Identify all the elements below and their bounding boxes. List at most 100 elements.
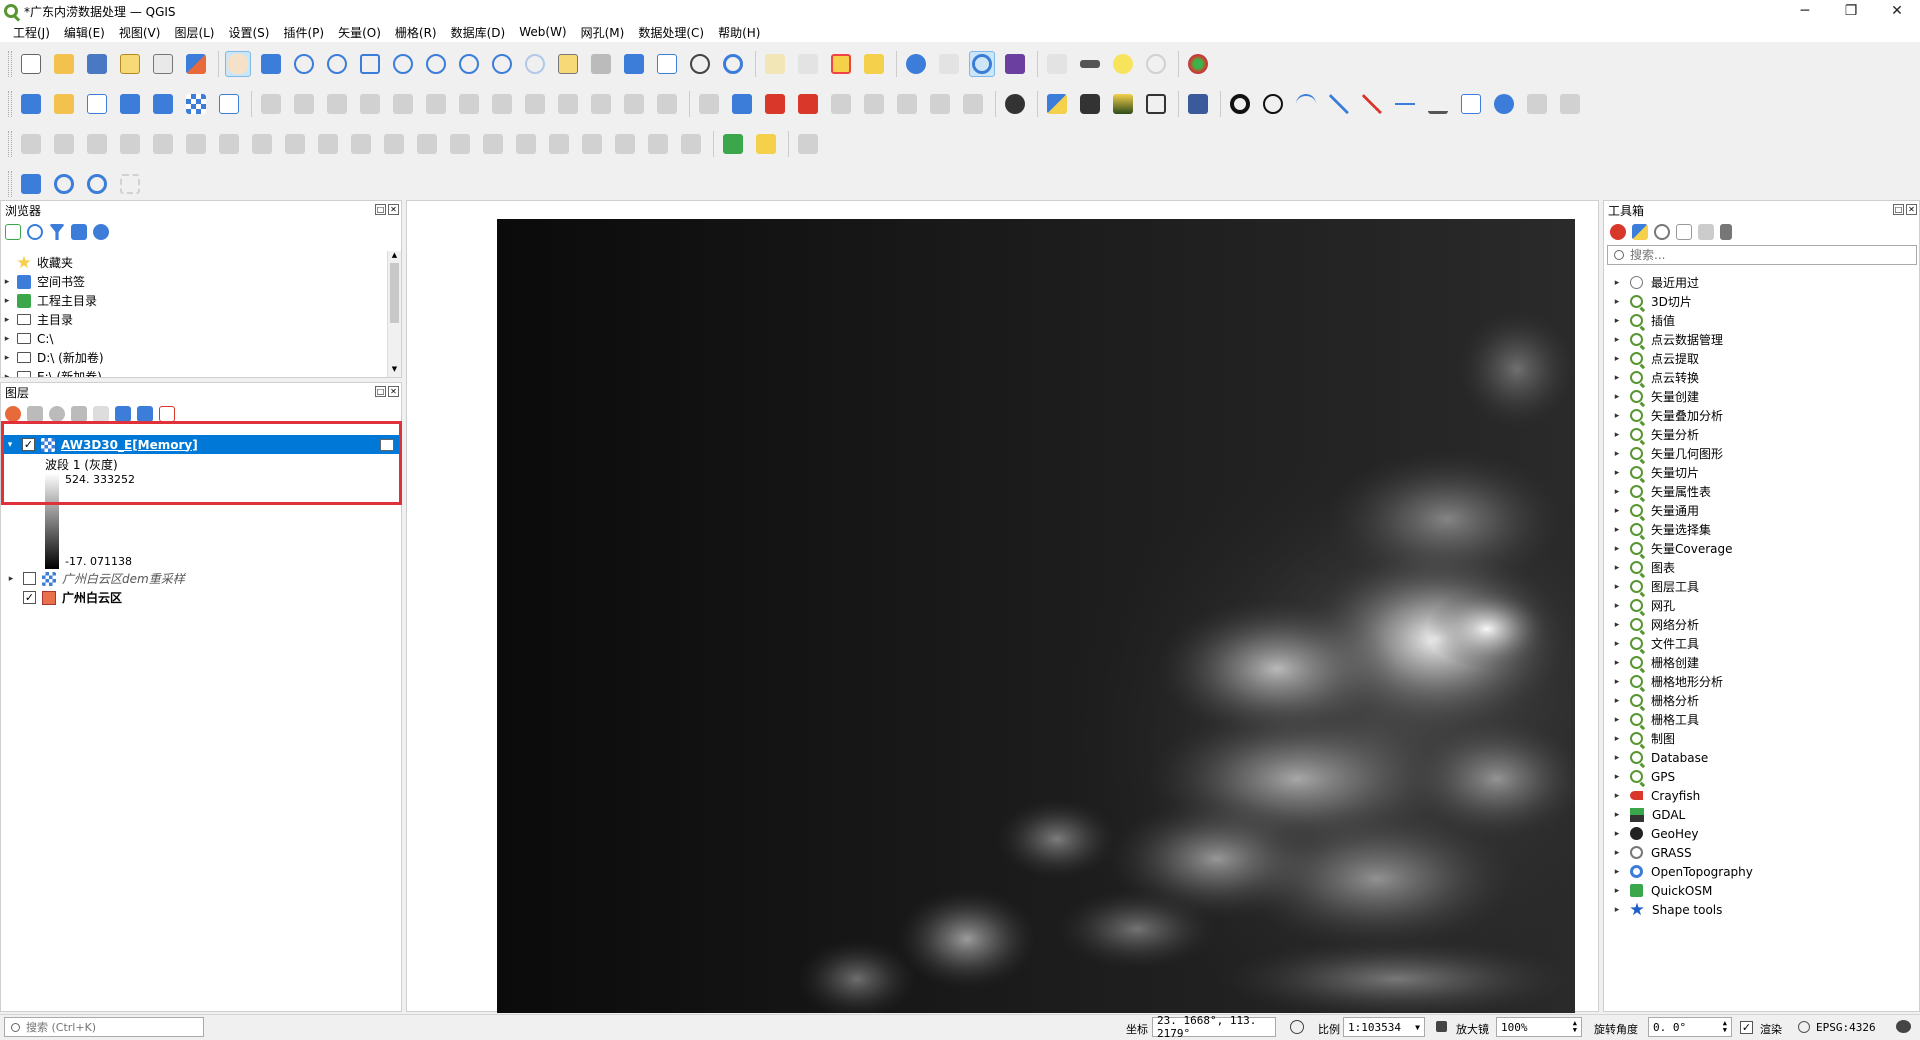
measure-line-button[interactable] <box>1425 91 1451 117</box>
toolbox-group-layer-tools[interactable]: ▸ 图层工具 <box>1610 577 1699 596</box>
browser-item-bookmarks[interactable]: ▸ 空间书签 <box>1 272 85 291</box>
expand-arrow-icon[interactable]: ▾ <box>4 440 16 450</box>
save-edits-button[interactable] <box>324 91 350 117</box>
toolbox-group-vector-general[interactable]: ▸ 矢量通用 <box>1610 501 1699 520</box>
plugin-zoom-button[interactable] <box>753 131 779 157</box>
render-checkbox[interactable]: ✓ <box>1740 1021 1753 1034</box>
attribute-form-button[interactable] <box>1044 51 1070 77</box>
refresh-button[interactable] <box>720 51 746 77</box>
label-toolbar-button[interactable] <box>696 91 722 117</box>
label-abc-button[interactable] <box>762 91 788 117</box>
scale-combobox[interactable]: 1:103534 ▼ <box>1343 1017 1425 1037</box>
info-icon[interactable] <box>93 224 109 240</box>
node-tool-button[interactable] <box>1557 91 1583 117</box>
layer-visibility-checkbox[interactable] <box>23 572 36 585</box>
tool-c-button[interactable] <box>612 131 638 157</box>
search-button[interactable] <box>84 171 110 197</box>
zoom-out-button[interactable] <box>324 51 350 77</box>
show-bookmarks-button[interactable] <box>654 51 680 77</box>
menu-vector[interactable]: 矢量(O) <box>331 24 388 41</box>
add-virtual-layer-button[interactable] <box>216 91 242 117</box>
layer-visibility-checkbox[interactable]: ✓ <box>23 591 36 604</box>
spinner-arrows-icon[interactable]: ▲ ▼ <box>1573 1020 1577 1034</box>
tool-b-button[interactable] <box>579 131 605 157</box>
float-panel-button[interactable]: □ <box>375 386 386 397</box>
plugin-terrain-button[interactable] <box>1110 91 1136 117</box>
toolbox-group-network-analysis[interactable]: ▸ 网络分析 <box>1610 615 1699 634</box>
rotate-label-button[interactable] <box>927 91 953 117</box>
browser-item-drive-c[interactable]: ▸ C:\ <box>1 329 54 348</box>
help-button[interactable] <box>1185 91 1211 117</box>
processing-settings-button[interactable] <box>51 171 77 197</box>
toolbox-group-gdal[interactable]: ▸ GDAL <box>1610 805 1685 824</box>
close-panel-button[interactable]: ✕ <box>388 386 399 397</box>
expand-all-icon[interactable] <box>115 406 131 422</box>
deselect-button[interactable] <box>828 51 854 77</box>
history-icon[interactable] <box>1654 224 1670 240</box>
toolbox-group-3d-tiles[interactable]: ▸ 3D切片 <box>1610 292 1692 311</box>
move-label-button[interactable] <box>894 91 920 117</box>
save-project-button[interactable] <box>84 51 110 77</box>
delete-ring-button[interactable] <box>150 131 176 157</box>
topology-button[interactable] <box>1524 91 1550 117</box>
toolbox-group-vector-coverage[interactable]: ▸ 矢量Coverage <box>1610 539 1733 558</box>
redo-button[interactable] <box>654 91 680 117</box>
tool-d-button[interactable] <box>645 131 671 157</box>
menu-database[interactable]: 数据库(D) <box>444 24 513 41</box>
layer-style-button[interactable] <box>18 171 44 197</box>
toolbox-group-raster-creation[interactable]: ▸ 栅格创建 <box>1610 653 1699 672</box>
add-spatialite-button[interactable] <box>150 91 176 117</box>
toolbar-grip[interactable] <box>8 91 12 117</box>
reshape-button[interactable] <box>216 131 242 157</box>
python-console-button[interactable] <box>1044 91 1070 117</box>
toolbox-group-database[interactable]: ▸ Database <box>1610 748 1709 767</box>
close-panel-button[interactable]: ✕ <box>388 204 399 215</box>
merge-attributes-button[interactable] <box>381 131 407 157</box>
layer-visibility-checkbox[interactable]: ✓ <box>22 438 35 451</box>
crosshair-button[interactable] <box>1260 91 1286 117</box>
layout-manager-button[interactable] <box>150 51 176 77</box>
new-project-button[interactable] <box>18 51 44 77</box>
circle-tool-button[interactable] <box>1227 91 1253 117</box>
float-panel-button[interactable]: □ <box>375 204 386 215</box>
delete-part-button[interactable] <box>183 131 209 157</box>
toolbox-group-pointcloud-conversion[interactable]: ▸ 点云转换 <box>1610 368 1699 387</box>
offset-curve-button[interactable] <box>249 131 275 157</box>
chevron-down-icon[interactable]: ▼ <box>1415 1023 1420 1032</box>
select-features-button[interactable] <box>762 51 788 77</box>
toolbox-group-pointcloud-management[interactable]: ▸ 点云数据管理 <box>1610 330 1723 349</box>
toolbox-group-geohey[interactable]: ▸ GeoHey <box>1610 824 1699 843</box>
merge-features-button[interactable] <box>348 131 374 157</box>
fill-ring-button[interactable] <box>117 131 143 157</box>
toolbox-group-vector-creation[interactable]: ▸ 矢量创建 <box>1610 387 1699 406</box>
new-map-view-button[interactable] <box>555 51 581 77</box>
expand-arrow-icon[interactable]: ▸ <box>5 574 17 584</box>
maximize-button[interactable]: ❐ <box>1828 0 1874 22</box>
locator-button[interactable] <box>1143 51 1169 77</box>
menu-web[interactable]: Web(W) <box>512 25 573 39</box>
locator-search-input[interactable] <box>26 1020 196 1034</box>
toolbox-group-vector-overlay[interactable]: ▸ 矢量叠加分析 <box>1610 406 1723 425</box>
browser-item-home[interactable]: ▸ 主目录 <box>1 310 73 329</box>
collapse-all-icon[interactable] <box>71 224 87 240</box>
minimize-button[interactable]: ─ <box>1782 0 1828 22</box>
messages-icon[interactable] <box>1896 1020 1911 1033</box>
xy-curve-button[interactable] <box>1293 91 1319 117</box>
add-vector-layer-button[interactable] <box>84 91 110 117</box>
toolbar-grip[interactable] <box>8 131 12 157</box>
select-by-value-button[interactable] <box>795 51 821 77</box>
toolbox-search-box[interactable] <box>1607 245 1917 265</box>
menu-layer[interactable]: 图层(L) <box>167 24 221 41</box>
menu-raster[interactable]: 栅格(R) <box>388 24 444 41</box>
identify-button[interactable] <box>903 51 929 77</box>
toolbox-group-pointcloud-extraction[interactable]: ▸ 点云提取 <box>1610 349 1699 368</box>
add-raster-layer-button[interactable] <box>183 91 209 117</box>
zoom-next-button[interactable] <box>522 51 548 77</box>
toolbox-group-shape-tools[interactable]: ▸ Shape tools <box>1610 900 1722 919</box>
zoom-full-button[interactable] <box>357 51 383 77</box>
scripts-python-icon[interactable] <box>1632 224 1648 240</box>
browser-item-project-home[interactable]: ▸ 工程主目录 <box>1 291 97 310</box>
style-layer-icon[interactable] <box>5 406 21 422</box>
toolbox-group-raster-terrain[interactable]: ▸ 栅格地形分析 <box>1610 672 1723 691</box>
toolbox-group-plots[interactable]: ▸ 图表 <box>1610 558 1675 577</box>
